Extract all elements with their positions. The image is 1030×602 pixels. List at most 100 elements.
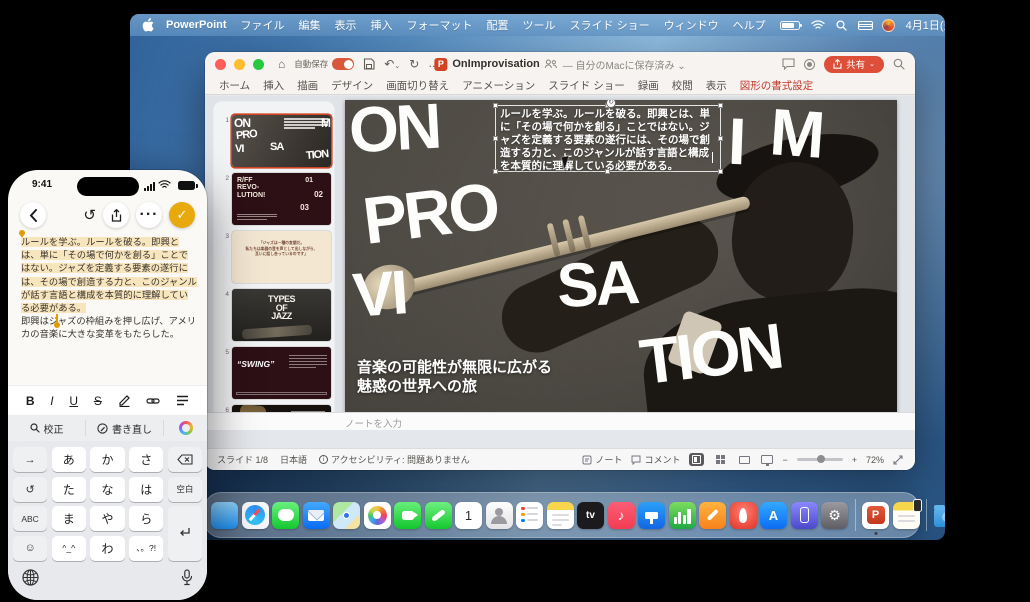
notes-placeholder[interactable]: ノートを入力	[345, 416, 402, 430]
menu-item-help[interactable]: ヘルプ	[733, 17, 766, 33]
zoom-percentage[interactable]: 72%	[866, 455, 884, 465]
selected-note-text[interactable]: ルールを学ぶ。ルールを破る。即興とは、単に「その場で何かを創る」ことではない。ジ…	[21, 237, 197, 313]
dock-powerpoint[interactable]: P	[862, 502, 889, 529]
dock-numbers[interactable]	[669, 502, 696, 529]
bold-button[interactable]: B	[26, 394, 35, 408]
slide-thumbnail-4[interactable]: TYPES OF JAZZ	[232, 289, 331, 341]
thumbnail-row-2[interactable]: 2 R/FF REVO- LUTION! 01 02 03	[217, 173, 331, 225]
done-checkmark-button[interactable]: ✓	[169, 202, 195, 228]
back-button[interactable]	[20, 202, 46, 228]
selection-handle[interactable]	[718, 169, 723, 174]
search-icon[interactable]	[893, 58, 905, 70]
menu-item-file[interactable]: ファイル	[241, 17, 285, 33]
undo-icon[interactable]: ↺	[83, 206, 96, 224]
dock-launchpad[interactable]	[730, 502, 757, 529]
slide-thumbnail-1[interactable]: ON M PRO VI SA TION	[232, 115, 331, 167]
comments-icon[interactable]	[782, 58, 795, 70]
slide-letter-vi[interactable]: VI	[351, 268, 407, 322]
key-backspace-icon[interactable]	[168, 447, 202, 472]
key-sa[interactable]: さ	[129, 447, 163, 472]
dock-reminders[interactable]	[516, 502, 543, 529]
slide-canvas[interactable]: ON I M PRO VI SA TION ルールを学ぶ。ルールを破る。即興とは…	[345, 100, 897, 415]
note-paragraph[interactable]: 即興はジャズの枠組みを押し広げ、アメリカの音楽に大きな変革をもたらした。	[21, 315, 197, 341]
fit-slide-button[interactable]	[893, 455, 903, 465]
tab-slideshow[interactable]: スライド ショー	[548, 78, 624, 93]
apple-menu-icon[interactable]	[142, 18, 154, 32]
dock-messages[interactable]	[272, 502, 299, 529]
slide-textbox-text[interactable]: ルールを学ぶ。ルールを破る。即興とは、単に「その場で何かを創る」ことではない。ジ…	[500, 108, 716, 173]
redo-button[interactable]: ↻	[409, 57, 419, 71]
slide-letter-sa[interactable]: SA	[556, 258, 639, 313]
key-na[interactable]: な	[90, 477, 124, 502]
collaborators-icon[interactable]	[545, 59, 558, 69]
slide-thumbnail-panel[interactable]: 1 ON M PRO VI SA TION 2	[213, 101, 335, 426]
thumbnail-row-1[interactable]: 1 ON M PRO VI SA TION	[217, 115, 331, 167]
proofread-button[interactable]: 校正	[8, 420, 85, 436]
record-icon[interactable]	[804, 59, 815, 70]
dock-downloads-folder[interactable]	[934, 502, 946, 529]
slide-thumbnail-5[interactable]: “SWING”	[232, 347, 331, 399]
thumbnail-row-5[interactable]: 5 “SWING”	[217, 347, 331, 399]
close-window-button[interactable]	[215, 59, 226, 70]
selection-handle[interactable]	[493, 136, 498, 141]
dock-mail[interactable]	[303, 502, 330, 529]
language-indicator[interactable]: 日本語	[280, 453, 307, 466]
zoom-out-button[interactable]: −	[782, 455, 787, 465]
dock-system-settings[interactable]: ⚙	[821, 502, 848, 529]
key-ra[interactable]: ら	[129, 506, 163, 531]
key-ka[interactable]: か	[90, 447, 124, 472]
save-status[interactable]: — 自分のMacに保存済み ⌄	[563, 57, 686, 72]
zoom-slider[interactable]	[797, 458, 843, 461]
menu-item-view[interactable]: 表示	[335, 17, 357, 33]
key-cursor-right[interactable]: →	[13, 447, 47, 472]
zoom-window-button[interactable]	[253, 59, 264, 70]
menu-item-tools[interactable]: ツール	[523, 17, 556, 33]
battery-icon[interactable]	[780, 21, 800, 30]
dock-contacts[interactable]	[486, 502, 513, 529]
strikethrough-button[interactable]: S	[94, 394, 102, 408]
save-icon[interactable]	[363, 58, 375, 70]
key-ma[interactable]: ま	[52, 506, 86, 531]
slide-thumbnail-2[interactable]: R/FF REVO- LUTION! 01 02 03	[232, 173, 331, 225]
dock-facetime[interactable]	[394, 502, 421, 529]
dock-iphone-mirroring[interactable]	[791, 502, 818, 529]
slide-textbox-selected[interactable]: ルールを学ぶ。ルールを破る。即興とは、単に「その場で何かを創る」ことではない。ジ…	[495, 105, 721, 172]
menu-item-powerpoint[interactable]: PowerPoint	[166, 19, 227, 31]
key-ya[interactable]: や	[90, 506, 124, 531]
tab-animations[interactable]: アニメーション	[462, 78, 535, 93]
menu-item-insert[interactable]: 挿入	[371, 17, 393, 33]
key-a[interactable]: あ	[52, 447, 86, 472]
key-return-icon[interactable]	[168, 506, 202, 561]
key-undo[interactable]: ↺	[13, 477, 47, 502]
key-wa[interactable]: わ	[90, 536, 124, 561]
minimize-window-button[interactable]	[234, 59, 245, 70]
highlighter-icon[interactable]	[118, 394, 131, 407]
dock-finder[interactable]	[211, 502, 238, 529]
slide-thumbnail-3[interactable]: 「ジャズは一種の言語だ。 私たちは楽器の音を声として出しながら、 互いに話し合っ…	[232, 231, 331, 283]
accessibility-status[interactable]: アクセシビリティ: 問題ありません	[331, 453, 470, 466]
selection-handle[interactable]	[718, 136, 723, 141]
key-punctuation[interactable]: 、。?!	[129, 536, 163, 561]
dock-notes[interactable]	[547, 502, 574, 529]
undo-button[interactable]: ↶⌄	[384, 57, 400, 71]
tab-home[interactable]: ホーム	[219, 78, 250, 93]
menu-item-format[interactable]: フォーマット	[407, 17, 473, 33]
share-icon[interactable]	[103, 202, 129, 228]
tab-review[interactable]: 校閲	[672, 78, 693, 93]
key-kaomoji[interactable]: ^_^	[52, 536, 86, 561]
selection-handle[interactable]	[605, 169, 610, 174]
tab-record[interactable]: 録画	[638, 78, 659, 93]
control-center-icon[interactable]	[858, 21, 871, 30]
apple-intelligence-icon[interactable]	[163, 420, 207, 436]
dock-music[interactable]: ♪	[608, 502, 635, 529]
slide-letter-i[interactable]: I	[727, 114, 744, 169]
thumbnail-row-3[interactable]: 3 「ジャズは一種の言語だ。 私たちは楽器の音を声として出しながら、 互いに話し…	[217, 231, 331, 283]
key-abc[interactable]: ABC	[13, 506, 47, 531]
slide-sorter-view-button[interactable]	[713, 453, 728, 466]
notes-pane[interactable]: ノートを入力	[205, 412, 915, 430]
dock-calendar[interactable]: 1	[455, 502, 482, 529]
spotlight-search-icon[interactable]	[836, 20, 847, 31]
comments-button[interactable]: コメント	[631, 453, 680, 466]
selection-end-handle[interactable]	[54, 322, 60, 328]
autosave-toggle[interactable]	[332, 58, 354, 70]
